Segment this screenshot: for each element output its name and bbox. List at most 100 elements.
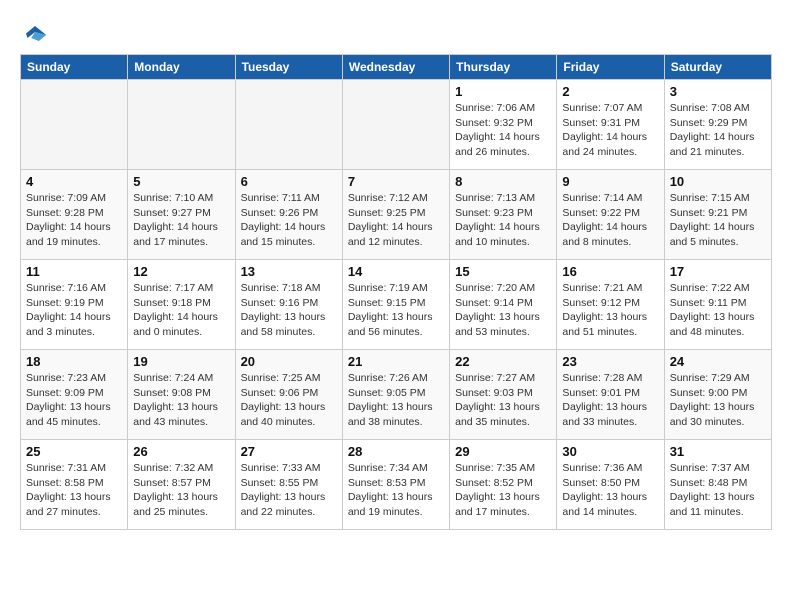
day-cell: 27Sunrise: 7:33 AM Sunset: 8:55 PM Dayli…	[235, 440, 342, 530]
day-info: Sunrise: 7:08 AM Sunset: 9:29 PM Dayligh…	[670, 101, 766, 160]
day-cell: 13 Sunrise: 7:18 AM Sunset: 9:16 PM Dayli…	[235, 260, 342, 350]
week-row-1: 1 Sunrise: 7:06 AM Sunset: 9:32 PM Daylig…	[21, 80, 772, 170]
calendar-table: SundayMondayTuesdayWednesdayThursdayFrid…	[20, 54, 772, 530]
weekday-header-tuesday: Tuesday	[235, 55, 342, 80]
day-number: 15	[455, 264, 551, 279]
day-info: Sunrise: 7:07 AM Sunset: 9:31 PM Dayligh…	[562, 101, 658, 160]
day-cell: 25 Sunrise: 7:31 AM Sunset: 8:58 PM Dayli…	[21, 440, 128, 530]
day-number: 1	[455, 84, 551, 99]
day-info: Sunrise: 7:15 AM Sunset: 9:21 PM Dayligh…	[670, 191, 766, 250]
day-cell: 22 Sunrise: 7:27 AM Sunset: 9:03 PM Dayli…	[450, 350, 557, 440]
day-number: 3	[670, 84, 766, 99]
day-cell: 11 Sunrise: 7:16 AM Sunset: 9:19 PM Dayli…	[21, 260, 128, 350]
day-info: Sunrise: 7:22 AM Sunset: 9:11 PM Dayligh…	[670, 281, 766, 340]
day-number: 20	[241, 354, 337, 369]
day-number: 14	[348, 264, 444, 279]
day-info: Sunrise: 7:23 AM Sunset: 9:09 PM Dayligh…	[26, 371, 122, 430]
day-cell: 8 Sunrise: 7:13 AM Sunset: 9:23 PM Daylig…	[450, 170, 557, 260]
day-cell: 2Sunrise: 7:07 AM Sunset: 9:31 PM Daylig…	[557, 80, 664, 170]
day-info: Sunrise: 7:32 AM Sunset: 8:57 PM Dayligh…	[133, 461, 229, 520]
day-cell: 30Sunrise: 7:36 AM Sunset: 8:50 PM Dayli…	[557, 440, 664, 530]
day-info: Sunrise: 7:16 AM Sunset: 9:19 PM Dayligh…	[26, 281, 122, 340]
day-number: 17	[670, 264, 766, 279]
day-number: 11	[26, 264, 122, 279]
day-number: 31	[670, 444, 766, 459]
day-cell: 7Sunrise: 7:12 AM Sunset: 9:25 PM Daylig…	[342, 170, 449, 260]
day-info: Sunrise: 7:24 AM Sunset: 9:08 PM Dayligh…	[133, 371, 229, 430]
day-number: 24	[670, 354, 766, 369]
day-info: Sunrise: 7:13 AM Sunset: 9:23 PM Dayligh…	[455, 191, 551, 250]
day-info: Sunrise: 7:17 AM Sunset: 9:18 PM Dayligh…	[133, 281, 229, 340]
day-cell: 4 Sunrise: 7:09 AM Sunset: 9:28 PM Daylig…	[21, 170, 128, 260]
logo-icon	[20, 20, 50, 50]
day-cell: 1 Sunrise: 7:06 AM Sunset: 9:32 PM Daylig…	[450, 80, 557, 170]
day-number: 8	[455, 174, 551, 189]
day-cell: 26 Sunrise: 7:32 AM Sunset: 8:57 PM Dayli…	[128, 440, 235, 530]
day-cell: 19 Sunrise: 7:24 AM Sunset: 9:08 PM Dayli…	[128, 350, 235, 440]
day-info: Sunrise: 7:34 AM Sunset: 8:53 PM Dayligh…	[348, 461, 444, 520]
week-row-5: 25 Sunrise: 7:31 AM Sunset: 8:58 PM Dayli…	[21, 440, 772, 530]
page-header	[20, 20, 772, 50]
day-number: 12	[133, 264, 229, 279]
day-cell	[128, 80, 235, 170]
day-cell: 28Sunrise: 7:34 AM Sunset: 8:53 PM Dayli…	[342, 440, 449, 530]
day-number: 30	[562, 444, 658, 459]
weekday-header-thursday: Thursday	[450, 55, 557, 80]
day-cell: 31 Sunrise: 7:37 AM Sunset: 8:48 PM Dayli…	[664, 440, 771, 530]
day-info: Sunrise: 7:33 AM Sunset: 8:55 PM Dayligh…	[241, 461, 337, 520]
day-info: Sunrise: 7:18 AM Sunset: 9:16 PM Dayligh…	[241, 281, 337, 340]
day-info: Sunrise: 7:25 AM Sunset: 9:06 PM Dayligh…	[241, 371, 337, 430]
day-info: Sunrise: 7:37 AM Sunset: 8:48 PM Dayligh…	[670, 461, 766, 520]
day-info: Sunrise: 7:12 AM Sunset: 9:25 PM Dayligh…	[348, 191, 444, 250]
weekday-header-wednesday: Wednesday	[342, 55, 449, 80]
day-info: Sunrise: 7:19 AM Sunset: 9:15 PM Dayligh…	[348, 281, 444, 340]
day-number: 5	[133, 174, 229, 189]
week-row-4: 18 Sunrise: 7:23 AM Sunset: 9:09 PM Dayli…	[21, 350, 772, 440]
day-info: Sunrise: 7:31 AM Sunset: 8:58 PM Dayligh…	[26, 461, 122, 520]
day-cell: 14 Sunrise: 7:19 AM Sunset: 9:15 PM Dayli…	[342, 260, 449, 350]
day-info: Sunrise: 7:28 AM Sunset: 9:01 PM Dayligh…	[562, 371, 658, 430]
weekday-header-friday: Friday	[557, 55, 664, 80]
day-cell	[21, 80, 128, 170]
day-info: Sunrise: 7:09 AM Sunset: 9:28 PM Dayligh…	[26, 191, 122, 250]
day-number: 18	[26, 354, 122, 369]
day-cell: 24Sunrise: 7:29 AM Sunset: 9:00 PM Dayli…	[664, 350, 771, 440]
weekday-header-sunday: Sunday	[21, 55, 128, 80]
day-number: 9	[562, 174, 658, 189]
day-cell	[235, 80, 342, 170]
day-cell: 6Sunrise: 7:11 AM Sunset: 9:26 PM Daylig…	[235, 170, 342, 260]
day-cell: 16Sunrise: 7:21 AM Sunset: 9:12 PM Dayli…	[557, 260, 664, 350]
day-cell	[342, 80, 449, 170]
day-cell: 18 Sunrise: 7:23 AM Sunset: 9:09 PM Dayli…	[21, 350, 128, 440]
day-info: Sunrise: 7:35 AM Sunset: 8:52 PM Dayligh…	[455, 461, 551, 520]
day-number: 23	[562, 354, 658, 369]
day-info: Sunrise: 7:20 AM Sunset: 9:14 PM Dayligh…	[455, 281, 551, 340]
day-cell: 5Sunrise: 7:10 AM Sunset: 9:27 PM Daylig…	[128, 170, 235, 260]
day-cell: 29 Sunrise: 7:35 AM Sunset: 8:52 PM Dayli…	[450, 440, 557, 530]
day-info: Sunrise: 7:06 AM Sunset: 9:32 PM Dayligh…	[455, 101, 551, 160]
day-cell: 23 Sunrise: 7:28 AM Sunset: 9:01 PM Dayli…	[557, 350, 664, 440]
day-cell: 10 Sunrise: 7:15 AM Sunset: 9:21 PM Dayli…	[664, 170, 771, 260]
day-cell: 17 Sunrise: 7:22 AM Sunset: 9:11 PM Dayli…	[664, 260, 771, 350]
day-number: 6	[241, 174, 337, 189]
day-number: 25	[26, 444, 122, 459]
day-number: 4	[26, 174, 122, 189]
day-number: 13	[241, 264, 337, 279]
day-number: 19	[133, 354, 229, 369]
day-number: 22	[455, 354, 551, 369]
day-number: 26	[133, 444, 229, 459]
weekday-header-row: SundayMondayTuesdayWednesdayThursdayFrid…	[21, 55, 772, 80]
day-number: 10	[670, 174, 766, 189]
day-cell: 20 Sunrise: 7:25 AM Sunset: 9:06 PM Dayli…	[235, 350, 342, 440]
day-info: Sunrise: 7:21 AM Sunset: 9:12 PM Dayligh…	[562, 281, 658, 340]
logo	[20, 20, 54, 50]
day-cell: 3 Sunrise: 7:08 AM Sunset: 9:29 PM Daylig…	[664, 80, 771, 170]
day-number: 21	[348, 354, 444, 369]
week-row-2: 4 Sunrise: 7:09 AM Sunset: 9:28 PM Daylig…	[21, 170, 772, 260]
day-cell: 12 Sunrise: 7:17 AM Sunset: 9:18 PM Dayli…	[128, 260, 235, 350]
day-number: 29	[455, 444, 551, 459]
day-info: Sunrise: 7:27 AM Sunset: 9:03 PM Dayligh…	[455, 371, 551, 430]
day-cell: 21Sunrise: 7:26 AM Sunset: 9:05 PM Dayli…	[342, 350, 449, 440]
day-cell: 15 Sunrise: 7:20 AM Sunset: 9:14 PM Dayli…	[450, 260, 557, 350]
week-row-3: 11 Sunrise: 7:16 AM Sunset: 9:19 PM Dayli…	[21, 260, 772, 350]
